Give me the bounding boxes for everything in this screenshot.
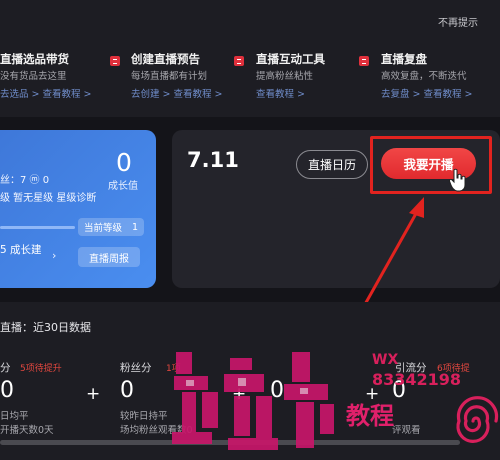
chat-icon [234,56,244,66]
data-panel-title: 直播：近30日数据 [0,321,91,334]
metric-sub: 开播天数0天 [0,425,54,436]
hand-cursor-icon [448,168,466,192]
tip-title-interaction-tools: 直播互动工具 [256,52,325,66]
calendar-icon [110,56,120,66]
current-level-label: 当前等级 [83,223,122,234]
metric-value: 0 [0,378,14,403]
tip-title-select-products: 直播选品带货 [0,52,69,66]
live-date: 7.11 [187,148,239,172]
tip-title-live-review: 直播复盘 [381,52,427,66]
review-icon [359,56,369,66]
growth-build-text: 5 成长建 [0,244,42,256]
growth-value-label: 成长值 [108,181,138,192]
tip-desc-interaction-tools: 提高粉丝粘性 [256,71,314,82]
tip-desc-select-products: 没有货品去这里 [0,71,67,82]
growth-value: 0 [116,148,132,177]
fans-count-line: 丝：7 ⓜ 0 [0,175,50,186]
metric-label: 分 [0,362,11,374]
metric-sub: 较昨日持平 [120,411,168,422]
metric-value: 0 [120,378,134,403]
metric-sub: 评观看 [392,425,421,436]
tip-links-interaction-tools[interactable]: 查看教程 > [256,86,305,100]
watermark-text: 教程 [346,402,394,430]
watermark-logo [172,352,334,450]
tip-desc-create-preview: 每场直播都有计划 [131,71,208,82]
tip-links-select-products[interactable]: 去选品 > 查看教程 > [0,86,91,100]
swirl-icon [456,396,499,443]
metric-label: 粉丝分 [120,362,152,374]
current-level-value: 1 [131,221,139,233]
live-calendar-button[interactable]: 直播日历 [296,150,368,179]
star-level-line[interactable]: 级 暂无星级 星级诊断 [0,189,96,204]
watermark-wx: WX [372,352,399,368]
dismiss-tips-link[interactable]: 不再提示 [438,14,478,29]
current-level-pill: 当前等级 1 [78,218,144,236]
watermark-number: 83342198 [372,370,462,389]
weekly-report-button[interactable]: 直播周报 [78,247,140,267]
growth-progress-track [0,226,75,229]
tip-links-create-preview[interactable]: 去创建 > 查看教程 > [131,86,222,100]
plus-icon: + [86,384,101,404]
metric-sub: 日均平 [0,411,29,422]
metric-badge[interactable]: 5项待提升 [20,361,62,374]
tip-links-live-review[interactable]: 去复盘 > 查看教程 > [381,86,472,100]
tip-title-create-preview: 创建直播预告 [131,52,200,66]
tip-desc-live-review: 高效复盘，不断迭代 [381,71,467,82]
chevron-right-icon[interactable]: › [52,249,56,262]
